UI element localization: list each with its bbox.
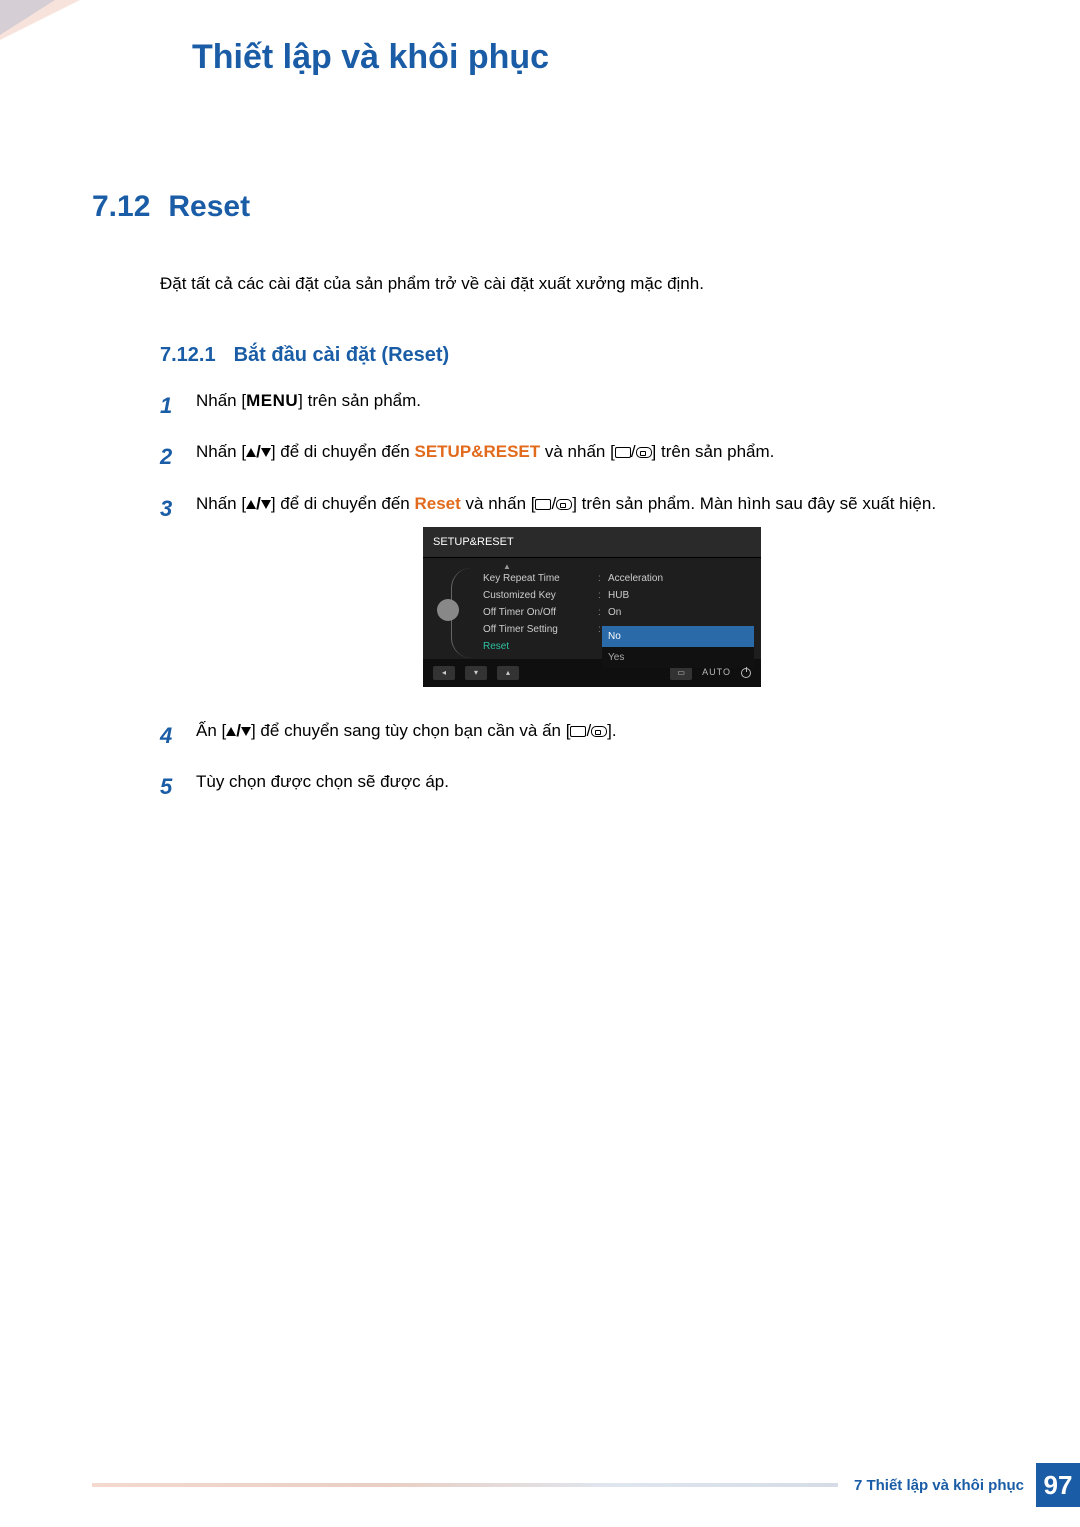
step-2: 2 Nhấn [/] để di chuyển đến SETUP&RESET … bbox=[160, 438, 988, 475]
step-number: 5 bbox=[160, 768, 180, 805]
text: ] để di chuyển đến bbox=[271, 442, 415, 461]
osd-nav-up-icon: ▴ bbox=[497, 666, 519, 680]
section-heading: 7.12 Reset bbox=[92, 190, 988, 224]
text: ]. bbox=[607, 721, 616, 740]
text: ] để chuyển sang tùy chọn bạn cần và ấn … bbox=[251, 721, 570, 740]
steps-list: 1 Nhấn [MENU] trên sản phẩm. 2 Nhấn [/] … bbox=[160, 387, 988, 806]
osd-row-label: Key Repeat Time bbox=[483, 570, 598, 587]
osd-row: Key Repeat Time : Acceleration bbox=[479, 570, 761, 587]
osd-source-icon: ▭ bbox=[670, 666, 692, 680]
osd-title: SETUP&RESET bbox=[423, 527, 761, 559]
section-intro: Đặt tất cả các cài đặt của sản phẩm trở … bbox=[160, 274, 988, 294]
gear-icon bbox=[437, 599, 459, 621]
up-down-key-icon: / bbox=[246, 490, 271, 519]
osd-row: Off Timer On/Off : On bbox=[479, 604, 761, 621]
osd-colon: : bbox=[598, 587, 608, 604]
osd-menu: ▲ Key Repeat Time : Acceleration Customi… bbox=[473, 564, 761, 655]
step-5: 5 Tùy chọn được chọn sẽ được áp. bbox=[160, 768, 988, 805]
menu-key-label: MENU bbox=[246, 387, 298, 416]
subsection-heading: 7.12.1 Bắt đầu cài đặt (Reset) bbox=[160, 344, 988, 367]
text: ] để di chuyển đến bbox=[271, 494, 415, 513]
text: ] trên sản phẩm. bbox=[298, 391, 421, 410]
page-title: Thiết lập và khôi phục bbox=[192, 38, 549, 77]
text: và nhấn [ bbox=[540, 442, 615, 461]
nav-target: SETUP&RESET bbox=[415, 442, 541, 461]
osd-row: Customized Key : HUB bbox=[479, 587, 761, 604]
step-text: Nhấn [/] để di chuyển đến SETUP&RESET và… bbox=[196, 438, 988, 475]
source-enter-key-icon: / bbox=[615, 442, 652, 461]
osd-popup-option-no: No bbox=[602, 626, 754, 647]
step-text: Ấn [/] để chuyển sang tùy chọn bạn cần v… bbox=[196, 717, 988, 754]
step-number: 4 bbox=[160, 717, 180, 754]
osd-colon: : bbox=[598, 570, 608, 587]
source-enter-key-icon: / bbox=[535, 494, 572, 513]
section-title: Reset bbox=[168, 190, 250, 224]
osd-row-label: Off Timer On/Off bbox=[483, 604, 598, 621]
text: và nhấn [ bbox=[461, 494, 536, 513]
osd-reset-label: Reset bbox=[483, 638, 598, 655]
osd-row-value: Acceleration bbox=[608, 570, 761, 587]
page-number: 97 bbox=[1036, 1463, 1080, 1507]
osd-reset-popup: No Yes bbox=[602, 626, 754, 668]
text: ] trên sản phẩm. bbox=[652, 442, 775, 461]
osd-nav-left-icon: ◂ bbox=[433, 666, 455, 680]
osd-row-label: Off Timer Setting bbox=[483, 621, 598, 638]
osd-row-label: Customized Key bbox=[483, 587, 598, 604]
step-number: 2 bbox=[160, 438, 180, 475]
footer-chapter-label: 7 Thiết lập và khôi phục bbox=[838, 1477, 1036, 1494]
osd-screenshot: SETUP&RESET ▲ Key Repeat Time : Accelera… bbox=[423, 527, 761, 687]
text: Ấn [ bbox=[196, 721, 226, 740]
step-number: 3 bbox=[160, 490, 180, 703]
up-down-key-icon: / bbox=[226, 717, 251, 746]
osd-colon: : bbox=[598, 604, 608, 621]
osd-row-value: HUB bbox=[608, 587, 761, 604]
step-text: Tùy chọn được chọn sẽ được áp. bbox=[196, 768, 988, 805]
text: Nhấn [ bbox=[196, 442, 246, 461]
corner-decoration-2 bbox=[0, 0, 55, 35]
header-icon-box bbox=[92, 28, 130, 66]
footer: 7 Thiết lập và khôi phục 97 bbox=[92, 1463, 1080, 1507]
subsection-number: 7.12.1 bbox=[160, 344, 216, 367]
source-enter-key-icon: / bbox=[570, 721, 607, 740]
content-area: 7.12 Reset Đặt tất cả các cài đặt của sả… bbox=[92, 190, 988, 820]
subsection-title: Bắt đầu cài đặt (Reset) bbox=[234, 344, 450, 367]
osd-body: ▲ Key Repeat Time : Acceleration Customi… bbox=[423, 558, 761, 659]
osd-row-reset: Reset No Yes bbox=[479, 638, 761, 655]
step-1: 1 Nhấn [MENU] trên sản phẩm. bbox=[160, 387, 988, 424]
step-number: 1 bbox=[160, 387, 180, 424]
step-text: Nhấn [MENU] trên sản phẩm. bbox=[196, 387, 988, 424]
text: Nhấn [ bbox=[196, 391, 246, 410]
step-text: Nhấn [/] để di chuyển đến Reset và nhấn … bbox=[196, 490, 988, 703]
step-4: 4 Ấn [/] để chuyển sang tùy chọn bạn cần… bbox=[160, 717, 988, 754]
step-3: 3 Nhấn [/] để di chuyển đến Reset và nhấ… bbox=[160, 490, 988, 703]
section-number: 7.12 bbox=[92, 190, 150, 224]
footer-gradient-bar bbox=[92, 1483, 838, 1487]
nav-target: Reset bbox=[415, 494, 461, 513]
up-down-key-icon: / bbox=[246, 438, 271, 467]
text: ] trên sản phẩm. Màn hình sau đây sẽ xuấ… bbox=[572, 494, 936, 513]
osd-nav-down-icon: ▾ bbox=[465, 666, 487, 680]
power-icon bbox=[741, 668, 751, 678]
osd-popup-option-yes: Yes bbox=[602, 647, 754, 668]
osd-left-panel bbox=[423, 564, 473, 655]
osd-row-value: On bbox=[608, 604, 761, 621]
text: Nhấn [ bbox=[196, 494, 246, 513]
